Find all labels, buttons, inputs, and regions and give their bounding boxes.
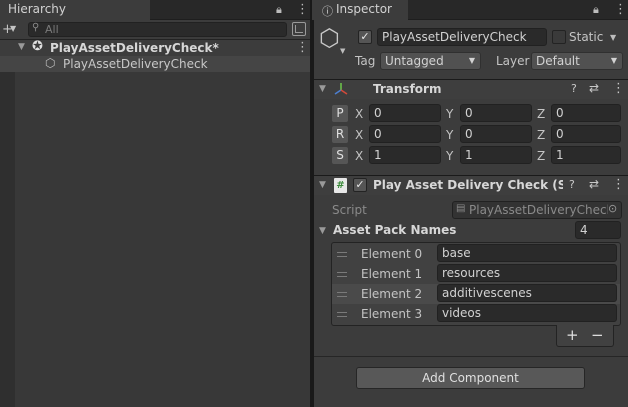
drag-handle-icon[interactable]: [337, 312, 347, 317]
position-z-label: Z: [537, 107, 546, 121]
rotation-z-label: Z: [537, 128, 546, 142]
static-dropdown-arrow-icon[interactable]: ▼: [610, 33, 616, 42]
hierarchy-tab-label: Hierarchy: [8, 2, 67, 16]
tag-dropdown[interactable]: Untagged ▼: [380, 52, 481, 70]
layer-dropdown[interactable]: Default ▼: [531, 52, 623, 70]
transform-header[interactable]: [314, 79, 628, 99]
inspector-tab-label: Inspector: [336, 2, 392, 16]
dropdown-arrow-icon[interactable]: ▼: [10, 24, 16, 33]
gameobject-cube-icon: ⬡: [45, 56, 56, 70]
lock-icon[interactable]: 🔒︎: [276, 3, 282, 17]
script-kebab-menu-icon[interactable]: ⋮: [612, 177, 625, 192]
active-checkbox[interactable]: ✓: [358, 30, 372, 44]
element-field[interactable]: additivescenes: [437, 284, 617, 302]
scene-kebab-menu-icon[interactable]: ⋮: [296, 40, 309, 55]
transform-axes-icon: [334, 83, 348, 95]
position-label[interactable]: P: [332, 105, 348, 122]
script-component-title: Play Asset Delivery Check (Scrip: [373, 178, 563, 192]
scale-y-label: Y: [446, 149, 454, 163]
expand-arrow-icon[interactable]: ▼: [18, 42, 25, 52]
rotation-label[interactable]: R: [332, 126, 348, 143]
element-label: Element 0: [361, 247, 423, 261]
unity-scene-icon: ✪: [32, 39, 43, 54]
transform-title: Transform: [373, 82, 442, 96]
add-component-button[interactable]: Add Component: [356, 367, 585, 389]
script-label: Script: [332, 203, 367, 217]
transform-kebab-menu-icon[interactable]: ⋮: [612, 81, 625, 96]
transform-help-icon[interactable]: ?: [571, 82, 577, 95]
info-icon: ⓘ: [322, 5, 333, 18]
scale-x-label: X: [355, 149, 364, 163]
scene-visibility-icon[interactable]: [292, 22, 306, 36]
scale-z-field[interactable]: 1: [551, 146, 621, 164]
position-z-field[interactable]: 0: [551, 104, 621, 122]
rotation-x-label: X: [355, 128, 364, 142]
element-label: Element 1: [361, 267, 423, 281]
object-picker-icon[interactable]: ⊙: [608, 202, 618, 215]
tag-value: Untagged: [385, 54, 444, 68]
asset-pack-names-label: Asset Pack Names: [333, 223, 457, 237]
csharp-script-icon: #: [334, 178, 347, 193]
list-size-field[interactable]: 4: [575, 221, 621, 239]
static-label: Static: [569, 30, 604, 44]
tab-hierarchy[interactable]: Hierarchy: [0, 0, 150, 20]
position-x-label: X: [355, 107, 364, 121]
element-label: Element 3: [361, 307, 423, 321]
position-y-field[interactable]: 0: [460, 104, 532, 122]
tag-chevron-down-icon: ▼: [468, 56, 475, 65]
transform-foldout-icon[interactable]: ▼: [319, 84, 326, 94]
static-checkbox[interactable]: [552, 30, 566, 44]
script-help-icon[interactable]: ?: [569, 178, 575, 191]
element-field[interactable]: base: [437, 244, 617, 262]
drag-handle-icon[interactable]: [337, 292, 347, 297]
script-enabled-checkbox[interactable]: ✓: [353, 178, 367, 192]
transform-presets-icon[interactable]: ⇄: [589, 81, 599, 95]
scale-x-field[interactable]: 1: [369, 146, 441, 164]
script-presets-icon[interactable]: ⇄: [589, 177, 599, 191]
script-file-icon: ▤: [456, 203, 466, 214]
gameobject-name: PlayAssetDeliveryCheck: [63, 57, 208, 71]
script-reference-field[interactable]: PlayAssetDeliveryCheck: [452, 201, 622, 219]
script-foldout-icon[interactable]: ▼: [319, 180, 326, 190]
layer-value: Default: [536, 54, 580, 68]
inspector-kebab-menu-icon[interactable]: ⋮: [614, 2, 627, 17]
gameobject-name-value: PlayAssetDeliveryCheck: [382, 30, 527, 44]
position-y-label: Y: [446, 107, 454, 121]
hierarchy-gutter: [0, 40, 15, 407]
element-field[interactable]: videos: [437, 304, 617, 322]
icon-dropdown-arrow-icon[interactable]: ▼: [340, 47, 345, 55]
drag-handle-icon[interactable]: [337, 272, 347, 277]
inspector-lock-icon[interactable]: 🔒︎: [593, 3, 599, 17]
rotation-y-field[interactable]: 0: [460, 125, 532, 143]
scale-label[interactable]: S: [332, 147, 348, 164]
search-icon: ⚲: [32, 22, 40, 33]
gameobject-name-field[interactable]: PlayAssetDeliveryCheck: [377, 28, 547, 46]
list-foldout-icon[interactable]: ▼: [319, 226, 326, 236]
scene-name: PlayAssetDeliveryCheck*: [50, 41, 219, 55]
drag-handle-icon[interactable]: [337, 252, 347, 257]
add-element-button[interactable]: +: [566, 326, 579, 344]
list-footer: [556, 325, 614, 347]
remove-element-button[interactable]: −: [591, 326, 604, 344]
rotation-x-field[interactable]: 0: [369, 125, 441, 143]
layer-label: Layer: [496, 54, 530, 68]
hierarchy-search-input[interactable]: All: [28, 22, 287, 37]
element-label: Element 2: [361, 287, 423, 301]
scale-z-label: Z: [537, 149, 546, 163]
layer-chevron-down-icon: ▼: [610, 56, 617, 65]
gameobject-icon[interactable]: ⬡: [319, 26, 340, 50]
search-placeholder: All: [45, 23, 59, 36]
position-x-field[interactable]: 0: [369, 104, 441, 122]
element-field[interactable]: resources: [437, 264, 617, 282]
divider: [314, 356, 628, 357]
kebab-menu-icon[interactable]: ⋮: [296, 2, 309, 17]
tag-label: Tag: [355, 54, 376, 68]
add-component-label: Add Component: [422, 371, 519, 385]
rotation-y-label: Y: [446, 128, 454, 142]
rotation-z-field[interactable]: 0: [551, 125, 621, 143]
scale-y-field[interactable]: 1: [460, 146, 532, 164]
script-reference-value: PlayAssetDeliveryCheck: [469, 203, 614, 217]
